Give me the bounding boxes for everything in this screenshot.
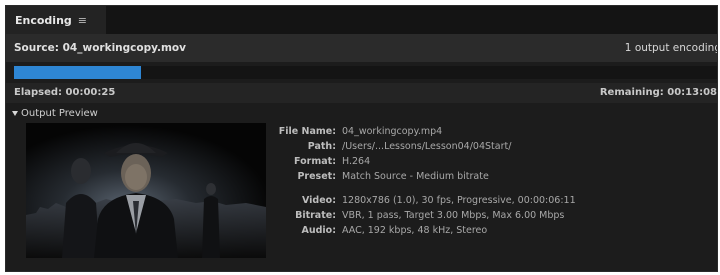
info-format: Format: H.264 — [274, 156, 370, 170]
panel-tab-bar: Encoding ≡ — [6, 6, 717, 34]
audio-value: AAC, 192 kbps, 48 kHz, Stereo — [342, 225, 488, 236]
encoding-progress-fill — [14, 66, 141, 79]
encoding-status-row: Source: 04_workingcopy.mov 1 output enco… — [6, 34, 717, 62]
preview-frame-image — [26, 123, 266, 258]
info-audio: Audio: AAC, 192 kbps, 48 kHz, Stereo — [274, 225, 488, 239]
file-name-value: 04_workingcopy.mp4 — [342, 126, 443, 137]
bitrate-value: VBR, 1 pass, Target 3.00 Mbps, Max 6.00 … — [342, 210, 565, 221]
info-file-name: File Name: 04_workingcopy.mp4 — [274, 126, 442, 140]
preset-label: Preset: — [297, 171, 336, 182]
info-video: Video: 1280x786 (1.0), 30 fps, Progressiv… — [274, 195, 576, 209]
tab-encoding-label: Encoding — [15, 13, 72, 27]
source-file-label: Source: 04_workingcopy.mov — [14, 42, 186, 54]
output-count-label: 1 output encoding — [624, 42, 718, 54]
preset-value: Match Source - Medium bitrate — [342, 171, 489, 182]
bitrate-label: Bitrate: — [295, 210, 336, 221]
path-label: Path: — [307, 141, 336, 152]
info-path: Path: /Users/...Lessons/Lesson04/04Start/ — [274, 141, 512, 155]
file-name-label: File Name: — [278, 126, 336, 137]
output-preview-thumbnail — [26, 123, 266, 258]
tab-encoding[interactable]: Encoding ≡ — [6, 6, 106, 34]
elapsed-time: Elapsed: 00:00:25 — [14, 87, 116, 98]
format-value: H.264 — [342, 156, 371, 167]
video-value: 1280x786 (1.0), 30 fps, Progressive, 00:… — [342, 195, 576, 206]
video-label: Video: — [301, 195, 336, 206]
encoding-panel: Encoding ≡ Source: 04_workingcopy.mov 1 … — [5, 5, 718, 272]
audio-label: Audio: — [301, 225, 337, 236]
encoding-progress-bar — [14, 66, 717, 79]
remaining-time: Remaining: 00:13:08 — [599, 87, 717, 98]
format-label: Format: — [294, 156, 336, 167]
output-preview-toggle[interactable]: Output Preview — [12, 107, 98, 119]
info-preset: Preset: Match Source - Medium bitrate — [274, 171, 489, 185]
output-preview-label: Output Preview — [21, 107, 98, 119]
disclosure-triangle-icon — [12, 110, 18, 116]
path-value: /Users/...Lessons/Lesson04/04Start/ — [342, 141, 512, 152]
time-row: Elapsed: 00:00:25 Remaining: 00:13:08 — [6, 83, 717, 103]
hamburger-menu-icon[interactable]: ≡ — [78, 14, 87, 27]
info-bitrate: Bitrate: VBR, 1 pass, Target 3.00 Mbps, M… — [274, 210, 564, 224]
